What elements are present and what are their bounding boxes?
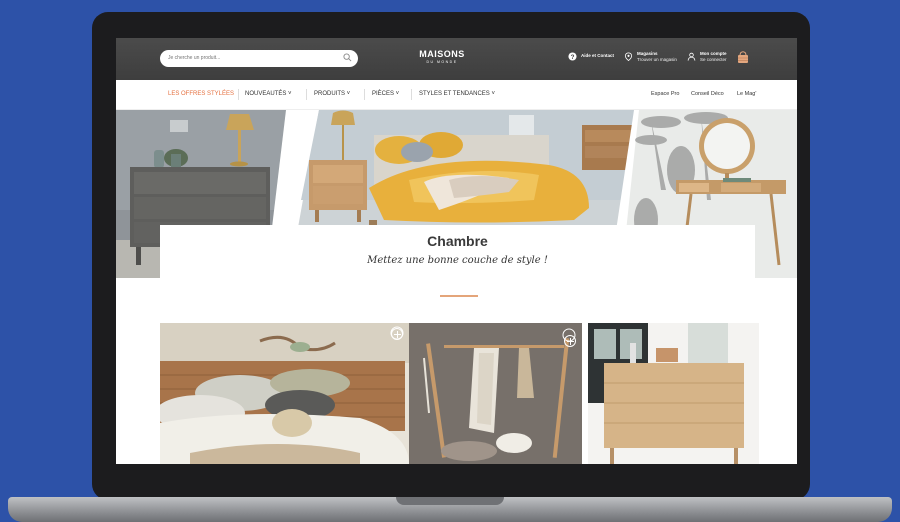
search-input[interactable]	[168, 55, 328, 61]
hero-divider	[440, 295, 478, 297]
stores-link[interactable]: Magasins Trouver un magasin	[624, 51, 677, 63]
search-icon[interactable]	[343, 53, 352, 62]
nav-nouveautes[interactable]: NOUVEAUTÉS ˅	[245, 91, 292, 97]
user-icon	[687, 52, 696, 61]
product-tile-bed[interactable]	[160, 323, 409, 464]
plus-icon[interactable]	[564, 335, 576, 347]
stores-sublabel: Trouver un magasin	[637, 57, 677, 62]
hero-banner[interactable]: Chambre Mettez une bonne couche de style…	[116, 110, 797, 281]
product-tile-dresser[interactable]	[588, 323, 759, 464]
nav-le-mag[interactable]: Le Mag'	[737, 91, 756, 97]
account-sublabel: Se connecter	[700, 57, 727, 62]
laptop-notch	[396, 497, 504, 505]
nav-offres-stylees[interactable]: LES OFFRES STYLÉES	[168, 91, 234, 97]
help-contact-link[interactable]: ? Aide et Contact	[568, 51, 614, 61]
nav-produits[interactable]: PRODUITS ˅	[314, 91, 350, 97]
help-icon: ?	[568, 52, 577, 61]
hero-caption-box: Chambre Mettez une bonne couche de style…	[160, 225, 755, 281]
hero-title: Chambre	[427, 233, 488, 249]
location-pin-icon	[624, 52, 633, 61]
account-link[interactable]: Mon compte Se connecter	[687, 51, 727, 63]
hero-subtitle: Mettez une bonne couche de style !	[367, 255, 548, 266]
basket-icon[interactable]	[737, 50, 749, 64]
nav-divider	[411, 89, 412, 100]
nav-divider	[306, 89, 307, 100]
plus-icon[interactable]	[391, 328, 403, 340]
logo-subtext: DU MONDE	[426, 60, 458, 64]
svg-text:?: ?	[571, 54, 575, 61]
product-tile-clothes-rack[interactable]	[409, 323, 582, 464]
nav-pieces[interactable]: PIÈCES ˅	[372, 91, 399, 97]
nav-espace-pro[interactable]: Espace Pro	[651, 91, 679, 97]
main-navigation: LES OFFRES STYLÉES NOUVEAUTÉS ˅ PRODUITS…	[116, 80, 797, 110]
search-bar[interactable]	[160, 50, 358, 67]
nav-divider	[238, 89, 239, 100]
logo-text: MAISONS	[419, 49, 465, 59]
site-logo[interactable]: MAISONS DU MONDE	[419, 49, 465, 65]
nav-conseil-deco[interactable]: Conseil Déco	[691, 91, 724, 97]
browser-screen: MAISONS DU MONDE ? Aide et Contact Magas…	[116, 38, 797, 464]
site-header: MAISONS DU MONDE ? Aide et Contact Magas…	[116, 38, 797, 80]
nav-divider	[364, 89, 365, 100]
nav-styles-tendances[interactable]: STYLES ET TENDANCES ˅	[419, 91, 495, 97]
help-label: Aide et Contact	[581, 53, 615, 58]
